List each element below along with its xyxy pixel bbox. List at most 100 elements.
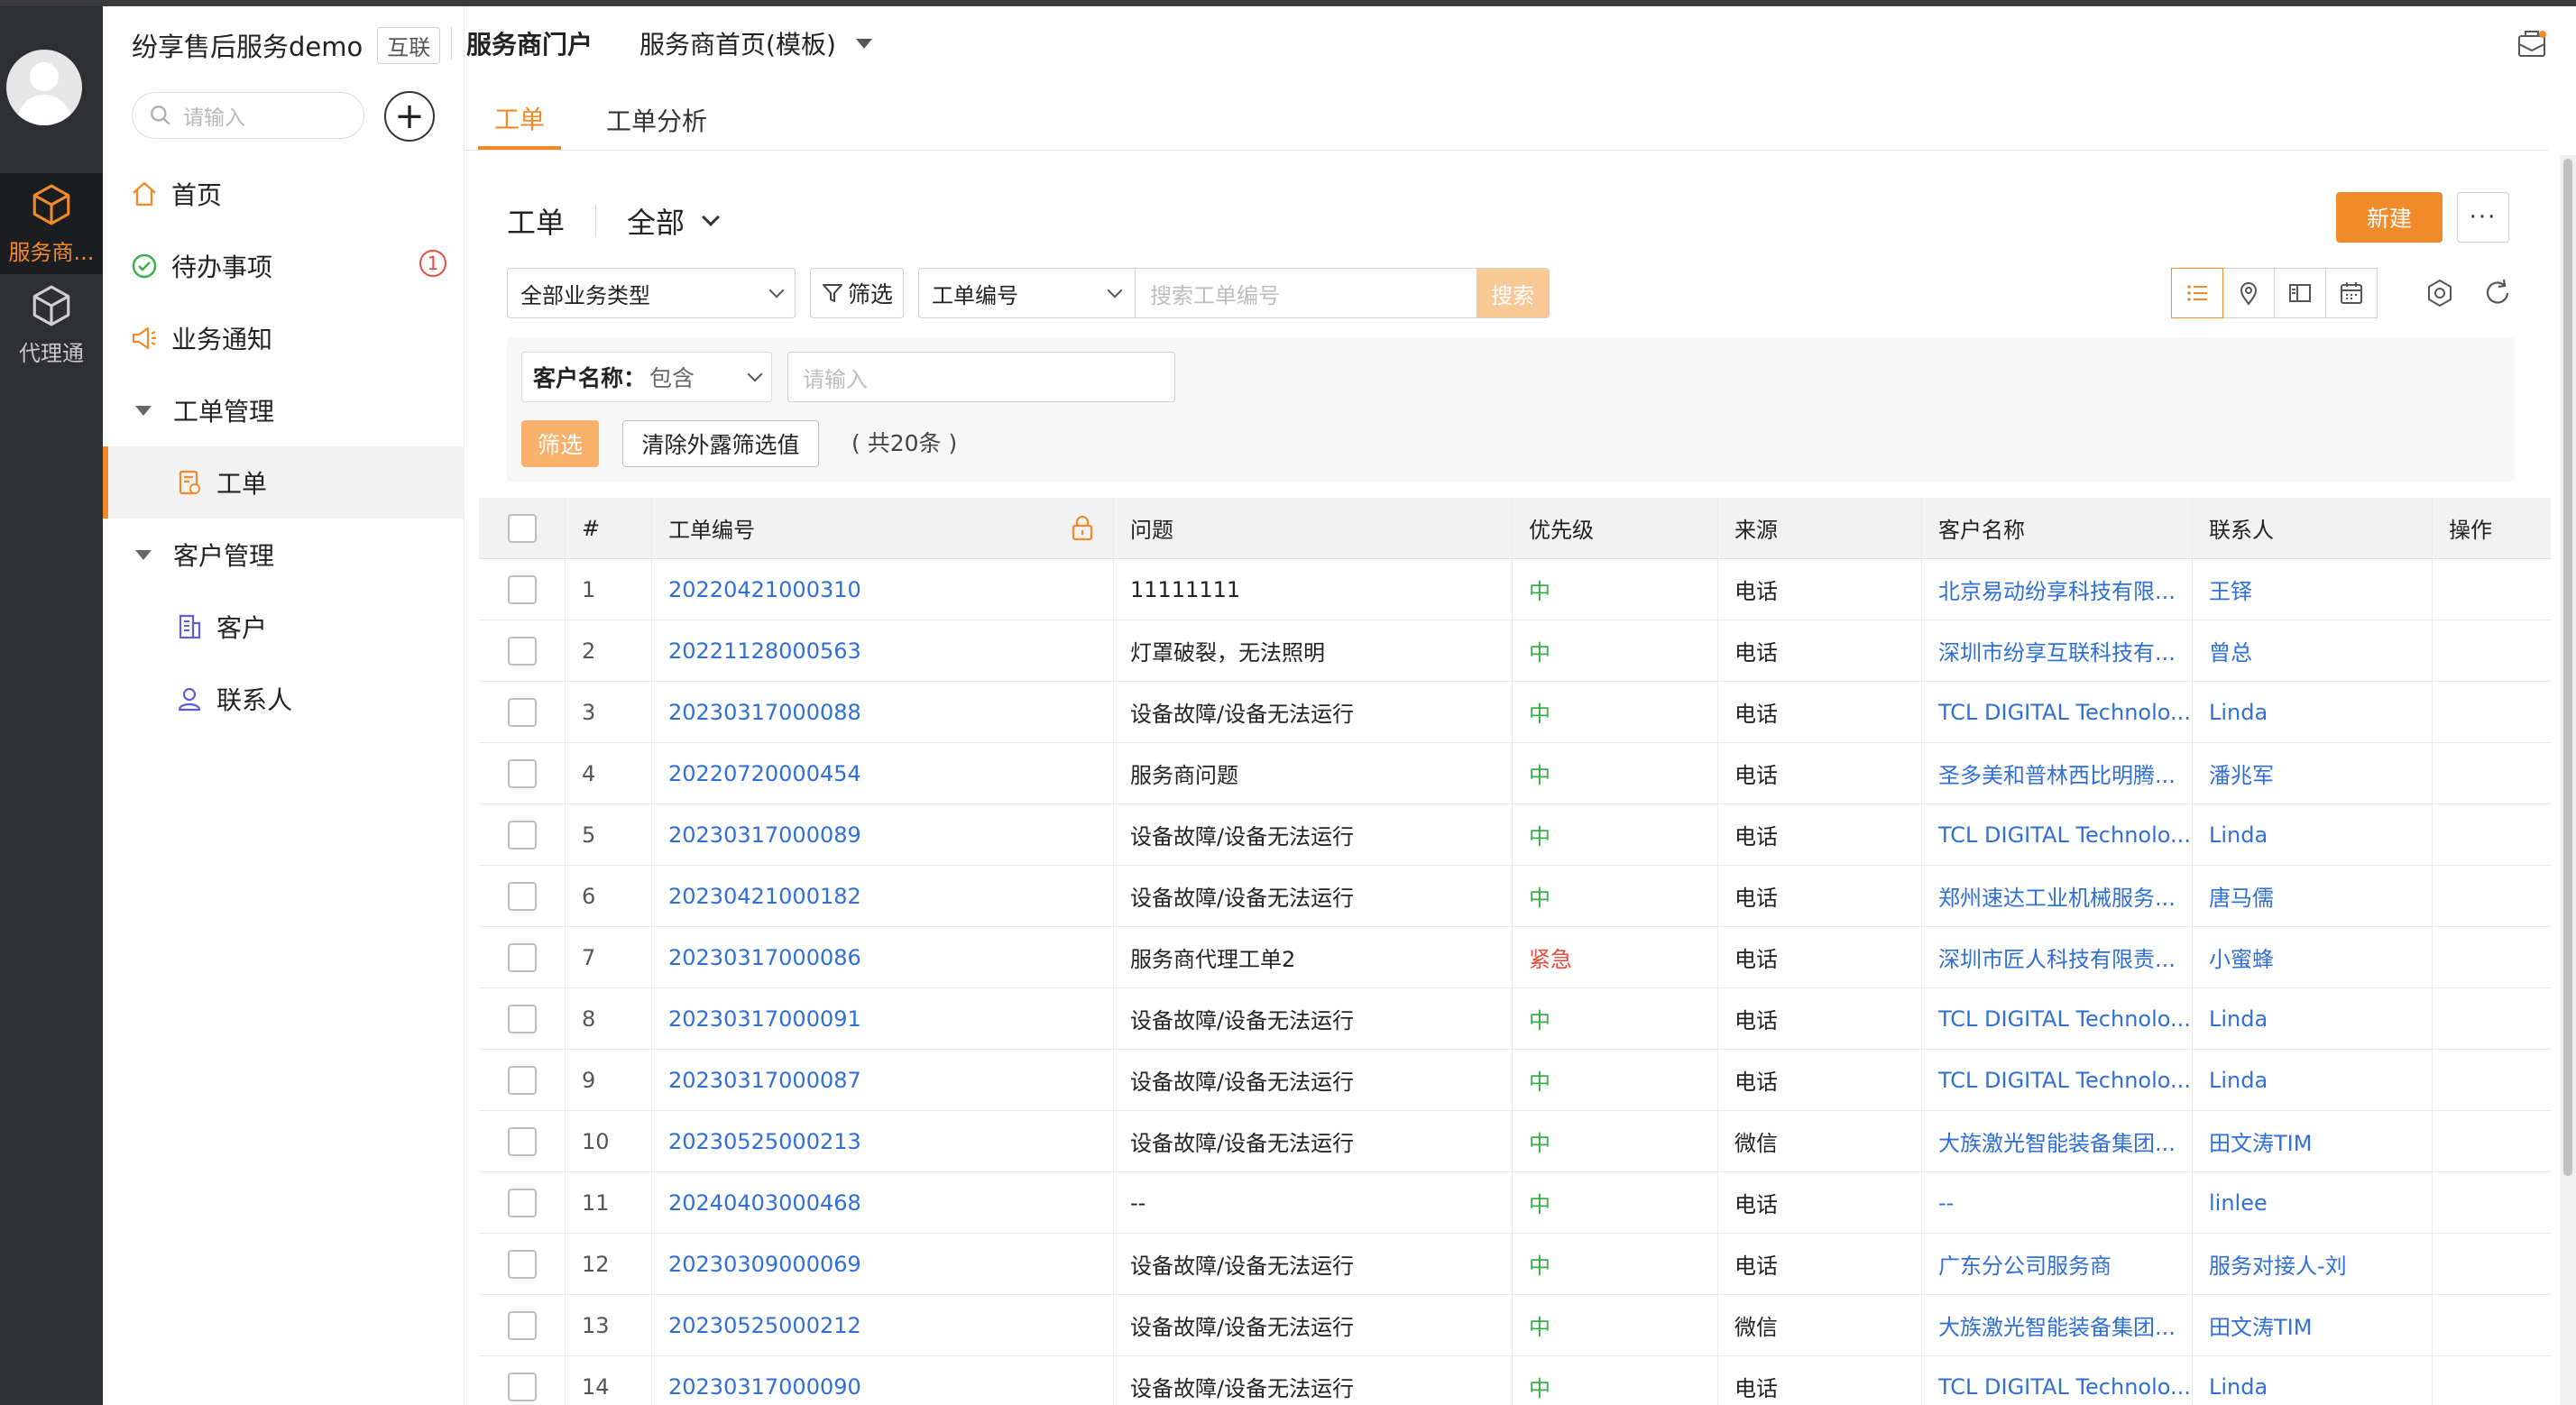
row-checkbox[interactable] bbox=[507, 758, 537, 788]
contact-link[interactable]: 王铎 bbox=[2193, 559, 2433, 620]
table-row[interactable]: 1 20220421000310 11111111 中电话 北京易动纷享科技有限... 王… bbox=[479, 559, 2551, 620]
add-button[interactable]: + bbox=[384, 91, 435, 142]
sidebar-group-customer-mgmt[interactable]: 客户管理 bbox=[103, 519, 465, 591]
customer-link[interactable]: 北京易动纷享科技有限... bbox=[1922, 559, 2193, 620]
home-template-select[interactable]: 服务商首页(模板) bbox=[639, 25, 836, 61]
customer-link[interactable]: 大族激光智能装备集团... bbox=[1922, 1295, 2193, 1355]
contact-link[interactable]: 服务对接人-刘 bbox=[2193, 1234, 2433, 1294]
ticket-no-link[interactable]: 20230525000213 bbox=[652, 1111, 1114, 1171]
sidebar-item-notice[interactable]: 业务通知 bbox=[103, 302, 465, 374]
contact-link[interactable]: 唐马儒 bbox=[2193, 866, 2433, 926]
ticket-no-link[interactable]: 20230317000088 bbox=[652, 682, 1114, 742]
customer-link[interactable]: 郑州速达工业机械服务... bbox=[1922, 866, 2193, 926]
avatar[interactable] bbox=[6, 50, 82, 125]
sidebar-search-input[interactable]: 请输入 bbox=[132, 92, 364, 139]
table-row[interactable]: 5 20230317000089 设备故障/设备无法运行中电话 TCL DIGITAL… bbox=[479, 804, 2551, 866]
select-all-checkbox[interactable] bbox=[507, 513, 537, 543]
ticket-no-link[interactable]: 20230317000086 bbox=[652, 927, 1114, 987]
sidebar-group-ticket-mgmt[interactable]: 工单管理 bbox=[103, 374, 465, 446]
customer-link[interactable]: TCL DIGITAL Technolo... bbox=[1922, 804, 2193, 865]
chevron-down-icon[interactable] bbox=[855, 38, 872, 49]
row-checkbox[interactable] bbox=[507, 1004, 537, 1033]
sidebar-item-customer[interactable]: 客户 bbox=[103, 591, 465, 663]
customer-link[interactable]: 圣多美和普林西比明腾... bbox=[1922, 743, 2193, 804]
contact-link[interactable]: 田文涛TIM bbox=[2193, 1111, 2433, 1171]
row-checkbox[interactable] bbox=[507, 1126, 537, 1156]
rail-item-service-provider[interactable]: 服务商... bbox=[0, 173, 103, 274]
apply-filter-button[interactable]: 筛选 bbox=[521, 420, 599, 467]
customer-link[interactable]: TCL DIGITAL Technolo... bbox=[1922, 1356, 2193, 1405]
row-checkbox[interactable] bbox=[507, 636, 537, 666]
table-row[interactable]: 12 20230309000069 设备故障/设备无法运行中电话 广东分公司服务商 服务… bbox=[479, 1234, 2551, 1295]
table-row[interactable]: 11 20240403000468 -- 中电话 -- linlee bbox=[479, 1172, 2551, 1234]
ticket-no-link[interactable]: 20220720000454 bbox=[652, 743, 1114, 804]
contact-link[interactable]: Linda bbox=[2193, 1050, 2433, 1110]
row-checkbox[interactable] bbox=[507, 881, 537, 911]
ticket-no-link[interactable]: 20240403000468 bbox=[652, 1172, 1114, 1233]
ticket-no-link[interactable]: 20220421000310 bbox=[652, 559, 1114, 620]
ticket-no-link[interactable]: 20230317000090 bbox=[652, 1356, 1114, 1405]
col-customer[interactable]: 客户名称 bbox=[1922, 498, 2193, 558]
map-view-button[interactable] bbox=[2222, 268, 2275, 318]
more-button[interactable]: ··· bbox=[2457, 192, 2509, 243]
list-view-button[interactable] bbox=[2171, 268, 2223, 318]
col-ticket-no[interactable]: 工单编号 bbox=[652, 498, 1114, 558]
customer-link[interactable]: TCL DIGITAL Technolo... bbox=[1922, 988, 2193, 1049]
ticket-no-link[interactable]: 20230317000091 bbox=[652, 988, 1114, 1049]
tab-ticket-analysis[interactable]: 工单分析 bbox=[590, 90, 723, 150]
table-row[interactable]: 4 20220720000454 服务商问题中电话 圣多美和普林西比明腾... 潘兆军 bbox=[479, 743, 2551, 804]
contact-link[interactable]: 曾总 bbox=[2193, 620, 2433, 681]
sidebar-item-home[interactable]: 首页 bbox=[103, 158, 465, 230]
filter-button[interactable]: 筛选 bbox=[810, 268, 904, 318]
table-row[interactable]: 3 20230317000088 设备故障/设备无法运行中电话 TCL DIGITAL… bbox=[479, 682, 2551, 743]
vertical-scrollbar[interactable] bbox=[2560, 155, 2576, 1405]
sidebar-item-contact[interactable]: 联系人 bbox=[103, 663, 465, 735]
sidebar-item-todo[interactable]: 待办事项 1 bbox=[103, 230, 465, 302]
col-contact[interactable]: 联系人 bbox=[2193, 498, 2433, 558]
table-row[interactable]: 2 20221128000563 灯罩破裂，无法照明中电话 深圳市纷享互联科技有...… bbox=[479, 620, 2551, 682]
row-checkbox[interactable] bbox=[507, 942, 537, 972]
search-field-select[interactable]: 工单编号 bbox=[919, 269, 1136, 317]
ticket-no-link[interactable]: 20221128000563 bbox=[652, 620, 1114, 681]
customer-link[interactable]: 深圳市匠人科技有限责... bbox=[1922, 927, 2193, 987]
customer-name-input[interactable]: 请输入 bbox=[787, 352, 1175, 402]
ticket-no-link[interactable]: 20230525000212 bbox=[652, 1295, 1114, 1355]
row-checkbox[interactable] bbox=[507, 1372, 537, 1401]
col-issue[interactable]: 问题 bbox=[1114, 498, 1513, 558]
contact-link[interactable]: Linda bbox=[2193, 1356, 2433, 1405]
table-row[interactable]: 10 20230525000213 设备故障/设备无法运行中微信 大族激光智能装备集团… bbox=[479, 1111, 2551, 1172]
table-row[interactable]: 14 20230317000090 设备故障/设备无法运行中电话 TCL DIGITA… bbox=[479, 1356, 2551, 1405]
table-row[interactable]: 7 20230317000086 服务商代理工单2 紧急 电话 深圳市匠人科技有限责...… bbox=[479, 927, 2551, 988]
contact-link[interactable]: Linda bbox=[2193, 682, 2433, 742]
contact-link[interactable]: 潘兆军 bbox=[2193, 743, 2433, 804]
ticket-no-link[interactable]: 20230309000069 bbox=[652, 1234, 1114, 1294]
biz-type-select[interactable]: 全部业务类型 bbox=[507, 268, 796, 318]
search-button[interactable]: 搜索 bbox=[1477, 269, 1549, 317]
calendar-view-button[interactable] bbox=[2325, 268, 2378, 318]
ticket-search-input[interactable]: 搜索工单编号 bbox=[1136, 269, 1477, 317]
mail-icon[interactable] bbox=[2516, 29, 2547, 60]
settings-icon[interactable] bbox=[2424, 278, 2455, 308]
customer-name-condition[interactable]: 客户名称： 包含 bbox=[521, 352, 772, 402]
ticket-no-link[interactable]: 20230317000089 bbox=[652, 804, 1114, 865]
refresh-icon[interactable] bbox=[2482, 278, 2513, 308]
row-checkbox[interactable] bbox=[507, 1065, 537, 1095]
split-view-button[interactable] bbox=[2274, 268, 2326, 318]
contact-link[interactable]: Linda bbox=[2193, 988, 2433, 1049]
rail-item-agent[interactable]: 代理通 bbox=[0, 274, 103, 375]
row-checkbox[interactable] bbox=[507, 697, 537, 727]
contact-link[interactable]: 田文涛TIM bbox=[2193, 1295, 2433, 1355]
customer-link[interactable]: 深圳市纷享互联科技有... bbox=[1922, 620, 2193, 681]
col-source[interactable]: 来源 bbox=[1718, 498, 1922, 558]
customer-link[interactable]: -- bbox=[1922, 1172, 2193, 1233]
ticket-no-link[interactable]: 20230421000182 bbox=[652, 866, 1114, 926]
table-row[interactable]: 6 20230421000182 设备故障/设备无法运行中电话 郑州速达工业机械服务.… bbox=[479, 866, 2551, 927]
clear-filter-button[interactable]: 清除外露筛选值 bbox=[622, 420, 819, 467]
contact-link[interactable]: linlee bbox=[2193, 1172, 2433, 1233]
row-checkbox[interactable] bbox=[507, 820, 537, 849]
row-checkbox[interactable] bbox=[507, 574, 537, 604]
row-checkbox[interactable] bbox=[507, 1249, 537, 1279]
row-checkbox[interactable] bbox=[507, 1310, 537, 1340]
sidebar-item-ticket[interactable]: 工单 bbox=[103, 446, 465, 519]
table-row[interactable]: 9 20230317000087 设备故障/设备无法运行中电话 TCL DIGITAL… bbox=[479, 1050, 2551, 1111]
